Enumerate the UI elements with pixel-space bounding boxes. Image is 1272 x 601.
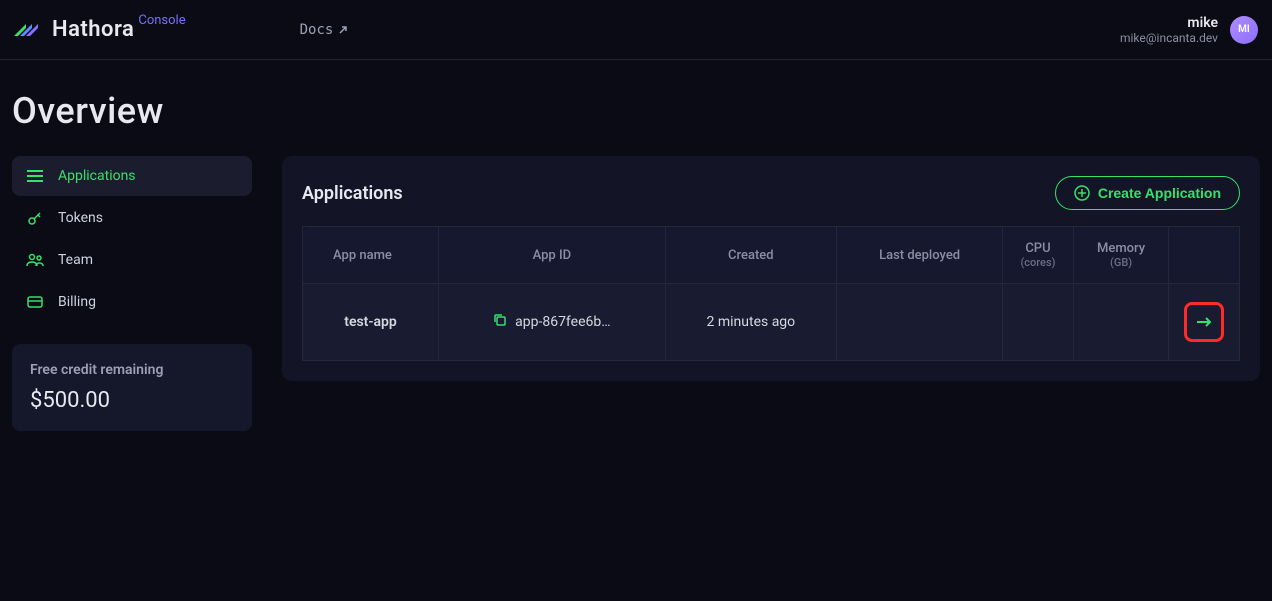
- credit-box: Free credit remaining $500.00: [12, 344, 252, 431]
- table-row: test-app app-867fee6b… 2 minutes ago: [303, 284, 1240, 361]
- user-email: mike@incanta.dev: [1120, 31, 1218, 45]
- credit-amount: $500.00: [30, 388, 234, 413]
- key-icon: [26, 210, 44, 226]
- arrow-right-icon: [1196, 317, 1212, 327]
- menu-icon: [26, 170, 44, 182]
- col-cpu: CPU (cores): [1003, 227, 1074, 284]
- cell-action: [1169, 284, 1240, 361]
- team-icon: [26, 253, 44, 267]
- user-name: mike: [1120, 15, 1218, 31]
- col-app-id: App ID: [439, 227, 666, 284]
- sidebar-item-billing[interactable]: Billing: [12, 282, 252, 322]
- col-action: [1169, 227, 1240, 284]
- sidebar-item-label: Team: [58, 252, 93, 268]
- billing-icon: [26, 296, 44, 308]
- col-app-name: App name: [303, 227, 439, 284]
- logo-icon: [14, 18, 44, 42]
- sidebar: Applications Tokens Team Billing: [12, 156, 252, 431]
- cell-last-deployed: [836, 284, 1002, 361]
- applications-table: App name App ID Created Last deployed CP…: [302, 226, 1240, 361]
- cell-created: 2 minutes ago: [665, 284, 836, 361]
- plus-circle-icon: [1074, 185, 1090, 201]
- cell-cpu: [1003, 284, 1074, 361]
- credit-label: Free credit remaining: [30, 362, 234, 378]
- cell-app-id: app-867fee6b…: [439, 284, 666, 361]
- create-application-button[interactable]: Create Application: [1055, 176, 1240, 210]
- cell-app-name: test-app: [303, 284, 439, 361]
- applications-panel: Applications Create Application App name…: [282, 156, 1260, 381]
- avatar[interactable]: MI: [1230, 16, 1258, 44]
- page-title: Overview: [12, 90, 1260, 132]
- sidebar-item-label: Applications: [58, 168, 136, 184]
- brand-text: Hathora: [52, 17, 134, 42]
- sidebar-item-label: Tokens: [58, 210, 103, 226]
- cell-memory: [1073, 284, 1169, 361]
- sidebar-item-label: Billing: [58, 294, 96, 310]
- external-link-icon: [337, 24, 349, 36]
- user-info: mike mike@incanta.dev: [1120, 15, 1218, 45]
- sidebar-item-team[interactable]: Team: [12, 240, 252, 280]
- console-label: Console: [138, 13, 185, 28]
- logo[interactable]: Hathora Console: [14, 17, 190, 42]
- docs-link[interactable]: Docs: [300, 22, 350, 38]
- copy-icon[interactable]: [493, 313, 507, 331]
- app-header: Hathora Console Docs mike mike@incanta.d…: [0, 0, 1272, 60]
- col-created: Created: [665, 227, 836, 284]
- sidebar-item-tokens[interactable]: Tokens: [12, 198, 252, 238]
- col-memory: Memory (GB): [1073, 227, 1169, 284]
- panel-title: Applications: [302, 183, 403, 204]
- col-last-deployed: Last deployed: [836, 227, 1002, 284]
- sidebar-item-applications[interactable]: Applications: [12, 156, 252, 196]
- open-app-button[interactable]: [1184, 302, 1224, 342]
